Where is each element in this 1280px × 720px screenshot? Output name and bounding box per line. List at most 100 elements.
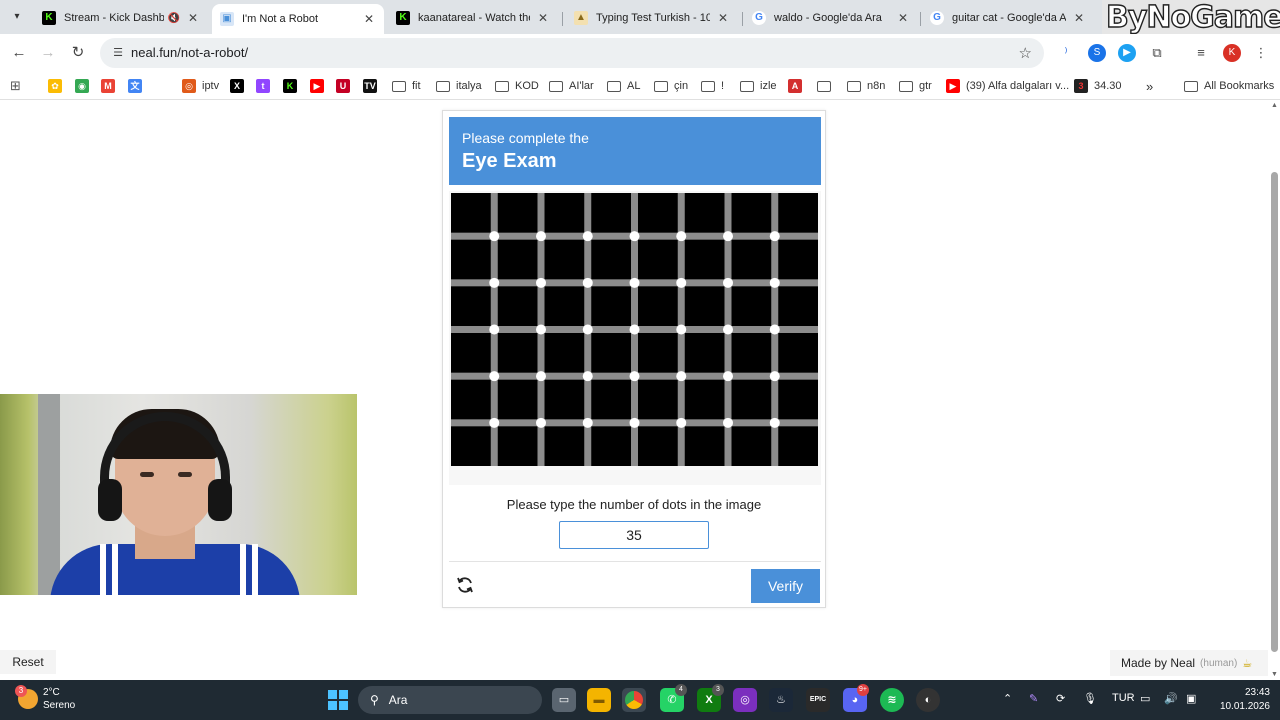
- scroll-up-icon[interactable]: ▲: [1271, 102, 1278, 109]
- bookmark-folder-ailar[interactable]: AI'lar: [549, 77, 594, 95]
- bookmark-folder-izle[interactable]: izle: [740, 77, 777, 95]
- tray-pen-icon[interactable]: ✎: [1029, 692, 1038, 705]
- bookmark-folder-kod[interactable]: KOD: [495, 77, 539, 95]
- tray-overflow-chevron-icon[interactable]: ⌃: [1003, 692, 1012, 705]
- grid-square: [778, 333, 818, 373]
- shazam-extension-icon[interactable]: S: [1088, 44, 1106, 62]
- language-indicator[interactable]: TUR: [1112, 692, 1135, 704]
- google-icon: G: [930, 11, 944, 25]
- grid-square: [544, 426, 585, 466]
- bookmark-3430[interactable]: 3 34.30: [1074, 77, 1122, 95]
- tab-kaanatareal[interactable]: K kaanatareal - Watch the V ✕: [388, 4, 558, 32]
- tab-typing-test[interactable]: ▲ Typing Test Turkish - 10Fa ✕: [566, 4, 738, 32]
- bookmark-folder-gtr[interactable]: gtr: [899, 77, 932, 95]
- verify-button[interactable]: Verify: [751, 569, 820, 603]
- scroll-down-icon[interactable]: ▼: [1271, 671, 1278, 678]
- tab-separator: [742, 12, 743, 26]
- x-icon: X: [230, 79, 244, 93]
- system-clock[interactable]: 23:43 10.01.2026: [1210, 686, 1270, 714]
- obs-icon[interactable]: ◐: [916, 688, 940, 712]
- page-scrollbar[interactable]: ▲ ▼: [1268, 100, 1280, 680]
- menu-kebab-icon[interactable]: ⋮: [1252, 44, 1270, 62]
- chrome-icon[interactable]: [622, 688, 646, 712]
- play-extension-icon[interactable]: ▶: [1118, 44, 1136, 62]
- bookmark-label: gtr: [919, 80, 932, 92]
- network-icon[interactable]: ▭: [1140, 692, 1150, 705]
- profile-avatar[interactable]: K: [1223, 44, 1241, 62]
- bookmark-folder-unnamed[interactable]: [817, 77, 837, 95]
- weather-temperature: 2°C: [43, 687, 60, 698]
- bookmark-translate[interactable]: 文: [128, 77, 148, 95]
- tab-kick-dashboard[interactable]: K Stream - Kick Dashboa 🔇 ✕: [34, 4, 208, 32]
- file-explorer-icon[interactable]: ▬: [587, 688, 611, 712]
- tab-guitar-cat[interactable]: G guitar cat - Google'da Ara ✕: [922, 4, 1094, 32]
- taskbar-search[interactable]: ⚲ Ara: [358, 686, 542, 714]
- steam-icon[interactable]: ♨: [769, 688, 793, 712]
- refresh-icon[interactable]: [455, 575, 475, 595]
- close-tab-icon[interactable]: ✕: [536, 11, 550, 25]
- reading-list-icon[interactable]: ≡: [1192, 44, 1210, 62]
- bookmark-iptv[interactable]: ◎ iptv: [182, 77, 219, 95]
- tab-not-a-robot[interactable]: ▣ I'm Not a Robot ✕: [212, 4, 384, 34]
- bookmark-folder-bang[interactable]: !: [701, 77, 724, 95]
- bookmark-maps[interactable]: ◉: [75, 77, 95, 95]
- bookmark-tv[interactable]: TV: [363, 77, 383, 95]
- bookmark-u[interactable]: U: [336, 77, 356, 95]
- bookmark-folder-al[interactable]: AL: [607, 77, 640, 95]
- bookmark-pdf[interactable]: A: [788, 77, 808, 95]
- tray-sync-icon[interactable]: ⟳: [1056, 692, 1065, 705]
- close-tab-icon[interactable]: ✕: [362, 12, 376, 26]
- bookmark-photos[interactable]: ✿: [48, 77, 68, 95]
- made-by-label: Made by Neal: [1121, 656, 1196, 670]
- tray-microphone-icon[interactable]: 🎙: [1083, 692, 1097, 705]
- bookmark-gmail[interactable]: M: [101, 77, 121, 95]
- muted-icon[interactable]: 🔇: [168, 13, 180, 24]
- sound-extension-icon[interactable]: ⁾: [1057, 44, 1075, 62]
- windows-start-icon[interactable]: [328, 690, 348, 710]
- bookmark-x[interactable]: X: [230, 77, 250, 95]
- back-button[interactable]: ←: [8, 42, 30, 64]
- reset-button[interactable]: Reset: [0, 650, 56, 674]
- scrollbar-thumb[interactable]: [1271, 172, 1278, 652]
- task-view-icon[interactable]: ▭: [552, 688, 576, 712]
- volume-icon[interactable]: 🔊: [1164, 692, 1178, 705]
- extensions-puzzle-icon[interactable]: ⧉: [1148, 44, 1166, 62]
- media-app-icon[interactable]: ◎: [733, 688, 757, 712]
- bookmark-star-icon[interactable]: ☆: [1019, 44, 1032, 62]
- bookmark-folder-fit[interactable]: fit: [392, 77, 421, 95]
- apps-grid-icon[interactable]: ⊞: [10, 77, 21, 95]
- close-tab-icon[interactable]: ✕: [716, 11, 730, 25]
- close-tab-icon[interactable]: ✕: [186, 11, 200, 25]
- epic-games-icon[interactable]: EPIC: [806, 688, 830, 712]
- reload-button[interactable]: ↻: [67, 42, 89, 64]
- address-bar[interactable]: ☰ neal.fun/not-a-robot/ ☆: [100, 38, 1044, 68]
- bookmark-folder-cin[interactable]: çin: [654, 77, 688, 95]
- close-tab-icon[interactable]: ✕: [1072, 11, 1086, 25]
- search-icon: ⚲: [370, 693, 379, 707]
- bookmark-folder-italya[interactable]: italya: [436, 77, 482, 95]
- forward-button[interactable]: →: [37, 42, 59, 64]
- grid-square: [731, 379, 772, 420]
- tab-title: guitar cat - Google'da Ara: [952, 12, 1066, 24]
- grid-square: [497, 193, 538, 233]
- bookmark-alfa-dalgalari[interactable]: ▶ (39) Alfa dalgaları v...: [946, 77, 1069, 95]
- url-text[interactable]: neal.fun/not-a-robot/: [131, 45, 248, 60]
- battery-icon[interactable]: ▣: [1186, 692, 1196, 705]
- weather-widget[interactable]: 3 2°C Sereno: [15, 685, 75, 712]
- made-by-neal-link[interactable]: Made by Neal (human) ☕: [1110, 650, 1268, 676]
- bookmark-youtube[interactable]: ▶: [310, 77, 330, 95]
- tab-search-button[interactable]: ▾: [6, 6, 28, 28]
- tab-title: Typing Test Turkish - 10Fa: [596, 12, 710, 24]
- more-bookmarks-chevron-icon[interactable]: »: [1146, 77, 1153, 95]
- site-info-icon[interactable]: ☰: [110, 45, 126, 61]
- tab-waldo[interactable]: G waldo - Google'da Ara ✕: [744, 4, 918, 32]
- close-tab-icon[interactable]: ✕: [896, 11, 910, 25]
- clock-time: 23:43: [1244, 687, 1270, 698]
- webcam-overlay: [0, 394, 357, 595]
- all-bookmarks-button[interactable]: All Bookmarks: [1184, 77, 1274, 95]
- dot-count-input[interactable]: [559, 521, 709, 549]
- bookmark-twitch[interactable]: t: [256, 77, 276, 95]
- bookmark-folder-n8n[interactable]: n8n: [847, 77, 885, 95]
- bookmark-kick[interactable]: K: [283, 77, 303, 95]
- spotify-icon[interactable]: ≋: [880, 688, 904, 712]
